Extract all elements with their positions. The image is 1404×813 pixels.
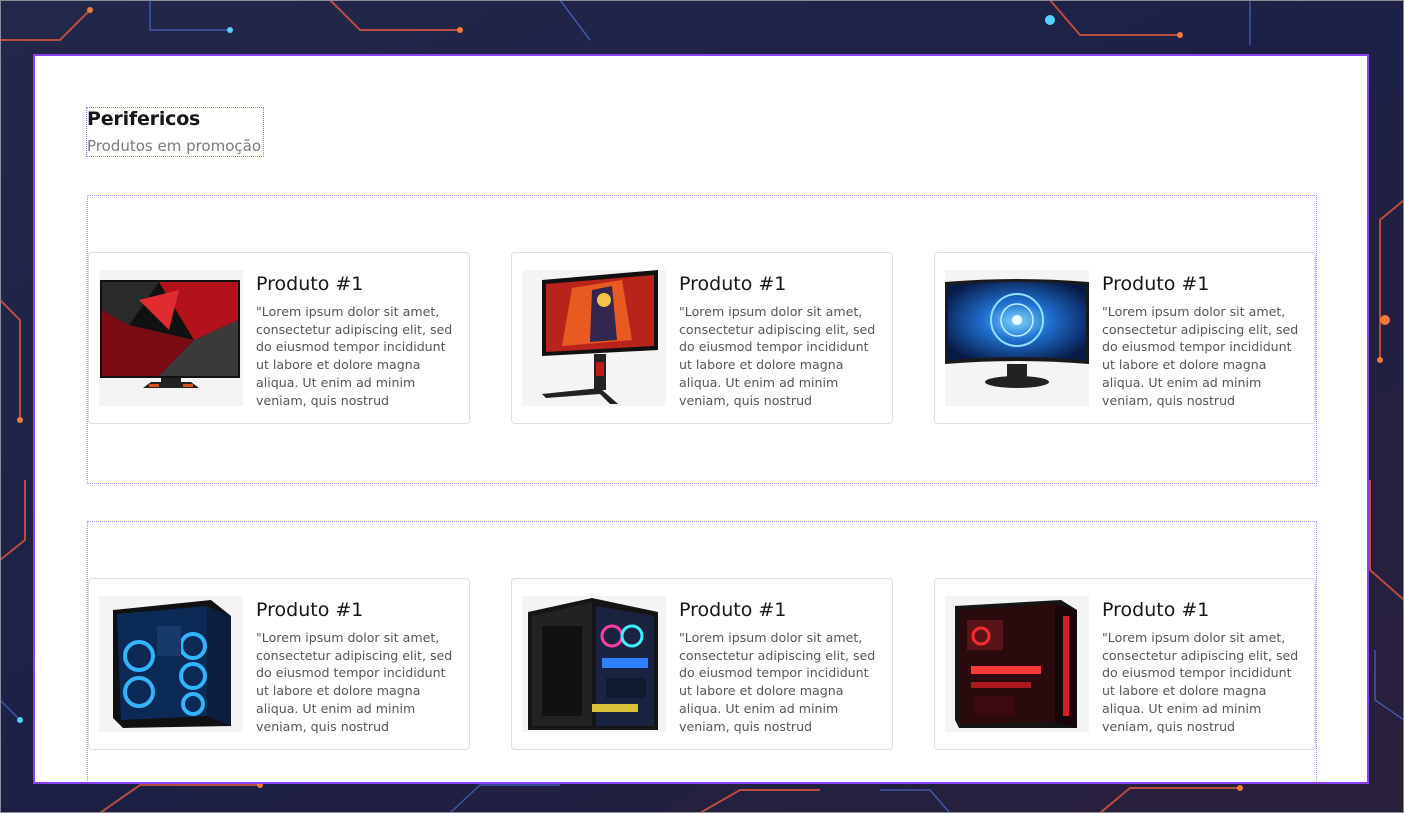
product-card[interactable]: Produto #1 "Lorem ipsum dolor sit amet, … xyxy=(88,252,470,424)
product-image[interactable] xyxy=(99,270,243,406)
product-row-1: Produto #1 "Lorem ipsum dolor sit amet, … xyxy=(87,195,1317,484)
product-description: "Lorem ipsum dolor sit amet, consectetur… xyxy=(1102,630,1299,734)
product-card[interactable]: Produto #1 "Lorem ipsum dolor sit amet, … xyxy=(934,578,1316,750)
product-image[interactable] xyxy=(522,270,666,406)
section-subtitle: Produtos em promoção xyxy=(87,137,262,155)
product-card[interactable]: Produto #1 "Lorem ipsum dolor sit amet, … xyxy=(511,578,893,750)
product-card[interactable]: Produto #1 "Lorem ipsum dolor sit amet, … xyxy=(934,252,1316,424)
product-title[interactable]: Produto #1 xyxy=(1102,599,1209,621)
product-title[interactable]: Produto #1 xyxy=(256,599,363,621)
product-row-2: Produto #1 "Lorem ipsum dolor sit amet, … xyxy=(87,521,1317,782)
product-title[interactable]: Produto #1 xyxy=(679,599,786,621)
product-description: "Lorem ipsum dolor sit amet, consectetur… xyxy=(256,304,453,408)
product-title[interactable]: Produto #1 xyxy=(1102,273,1209,295)
product-image[interactable] xyxy=(99,596,243,732)
section-heading: Perifericos Produtos em promoção xyxy=(86,107,264,157)
product-image[interactable] xyxy=(945,596,1089,732)
product-title[interactable]: Produto #1 xyxy=(256,273,363,295)
product-title[interactable]: Produto #1 xyxy=(679,273,786,295)
content-frame: Perifericos Produtos em promoção Produto… xyxy=(33,54,1369,784)
product-card[interactable]: Produto #1 "Lorem ipsum dolor sit amet, … xyxy=(511,252,893,424)
product-description: "Lorem ipsum dolor sit amet, consectetur… xyxy=(679,630,876,734)
product-description: "Lorem ipsum dolor sit amet, consectetur… xyxy=(256,630,453,734)
product-image[interactable] xyxy=(945,270,1089,406)
product-image[interactable] xyxy=(522,596,666,732)
product-description: "Lorem ipsum dolor sit amet, consectetur… xyxy=(679,304,876,408)
product-description: "Lorem ipsum dolor sit amet, consectetur… xyxy=(1102,304,1299,408)
section-title: Perifericos xyxy=(87,108,201,130)
product-card[interactable]: Produto #1 "Lorem ipsum dolor sit amet, … xyxy=(88,578,470,750)
